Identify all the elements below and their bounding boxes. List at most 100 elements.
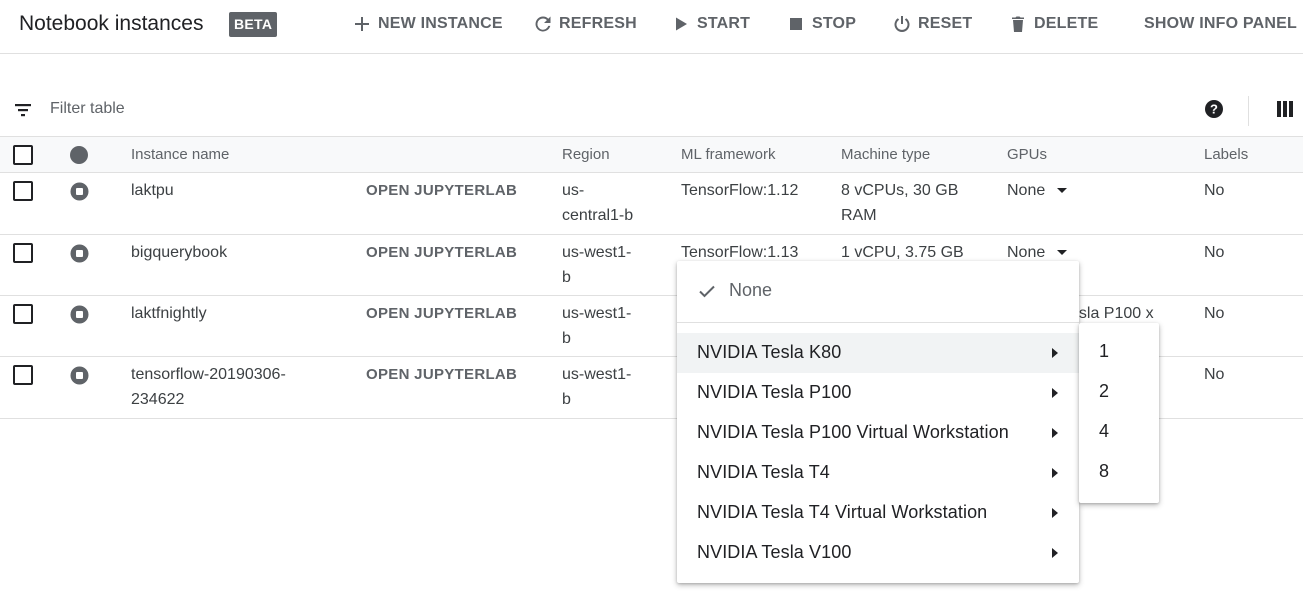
select-all-checkbox[interactable]	[13, 145, 33, 165]
row-checkbox[interactable]	[13, 243, 33, 263]
instance-name[interactable]: laktfnightly	[131, 301, 207, 326]
refresh-icon	[533, 14, 553, 34]
menu-item-none[interactable]: None	[677, 271, 1079, 311]
submenu-arrow-icon	[1052, 348, 1058, 358]
menu-item-tesla-v100[interactable]: NVIDIA Tesla V100	[677, 533, 1079, 573]
column-display-options-icon[interactable]	[1276, 100, 1294, 118]
region-line1: us-	[562, 182, 585, 199]
reset-button[interactable]: RESET	[892, 12, 972, 36]
filter-icon[interactable]	[13, 100, 33, 120]
show-info-panel-label: SHOW INFO PANEL	[1144, 15, 1297, 32]
refresh-label: REFRESH	[559, 15, 637, 32]
gpu-count-label: 8	[1099, 461, 1110, 481]
caret-down-icon	[1057, 188, 1068, 193]
refresh-button[interactable]: REFRESH	[533, 12, 637, 36]
trash-icon	[1008, 14, 1028, 34]
delete-button[interactable]: DELETE	[1008, 12, 1098, 36]
gpu-count-label: 2	[1099, 381, 1110, 401]
filter-bar: ?	[0, 90, 1303, 128]
labels-value: No	[1204, 305, 1225, 322]
gpu-count-option-8[interactable]: 8	[1079, 453, 1159, 493]
gpu-count-submenu: 1 2 4 8	[1079, 323, 1159, 503]
region-line2: b	[562, 391, 571, 408]
region-line1: us-west1-	[562, 305, 632, 322]
column-header-instance-name[interactable]: Instance name	[131, 146, 229, 163]
open-jupyterlab-link[interactable]: OPEN JUPYTERLAB	[366, 362, 517, 387]
menu-item-none-label: None	[729, 280, 773, 300]
instance-name[interactable]: laktpu	[131, 178, 174, 203]
row-checkbox[interactable]	[13, 365, 33, 385]
submenu-arrow-icon	[1052, 508, 1058, 518]
region-line2: b	[562, 269, 571, 286]
plus-icon	[352, 14, 372, 34]
new-instance-label: NEW INSTANCE	[378, 15, 503, 32]
help-icon[interactable]: ?	[1204, 99, 1224, 119]
gpu-count-label: 4	[1099, 421, 1110, 441]
stopped-status-icon	[70, 305, 89, 324]
column-header-ml-framework[interactable]: ML framework	[681, 146, 775, 163]
filter-table-input[interactable]	[50, 98, 650, 120]
menu-item-label: NVIDIA Tesla K80	[697, 342, 842, 362]
open-jupyterlab-link[interactable]: OPEN JUPYTERLAB	[366, 240, 517, 265]
stop-button[interactable]: STOP	[786, 12, 856, 36]
row-checkbox[interactable]	[13, 304, 33, 324]
beta-badge: BETA	[229, 12, 278, 37]
submenu-arrow-icon	[1052, 468, 1058, 478]
open-jupyterlab-link[interactable]: OPEN JUPYTERLAB	[366, 178, 517, 203]
page-title: Notebook instances	[19, 12, 204, 35]
reset-label: RESET	[918, 15, 973, 32]
menu-item-tesla-t4[interactable]: NVIDIA Tesla T4	[677, 453, 1079, 493]
menu-item-tesla-p100-virtual-workstation[interactable]: NVIDIA Tesla P100 Virtual Workstation	[677, 413, 1079, 453]
menu-item-tesla-p100[interactable]: NVIDIA Tesla P100	[677, 373, 1079, 413]
submenu-arrow-icon	[1052, 388, 1058, 398]
labels-value: No	[1204, 182, 1225, 199]
gpu-count-option-2[interactable]: 2	[1079, 373, 1159, 413]
svg-text:?: ?	[1210, 102, 1218, 117]
region-line1: us-west1-	[562, 366, 632, 383]
stop-icon	[786, 14, 806, 34]
column-header-gpus[interactable]: GPUs	[1007, 146, 1047, 163]
region-line1: us-west1-	[562, 244, 632, 261]
start-button[interactable]: START	[671, 12, 750, 36]
labels-value: No	[1204, 244, 1225, 261]
open-jupyterlab-link[interactable]: OPEN JUPYTERLAB	[366, 301, 517, 326]
new-instance-button[interactable]: NEW INSTANCE	[352, 12, 503, 36]
checkmark-icon	[699, 285, 715, 298]
delete-label: DELETE	[1034, 15, 1099, 32]
gpu-count-option-4[interactable]: 4	[1079, 413, 1159, 453]
show-info-panel-button[interactable]: SHOW INFO PANEL	[1144, 12, 1297, 36]
instance-name-line1[interactable]: tensorflow-20190306-	[131, 362, 286, 387]
menu-item-label: NVIDIA Tesla P100	[697, 382, 852, 402]
ml-framework: TensorFlow:1.12	[681, 182, 799, 199]
instance-name-line2[interactable]: 234622	[131, 387, 184, 412]
labels-value: No	[1204, 366, 1225, 383]
gpu-count-option-1[interactable]: 1	[1079, 333, 1159, 373]
caret-down-icon	[1057, 250, 1068, 255]
gpu-dropdown[interactable]: None	[1007, 178, 1068, 203]
column-header-region[interactable]: Region	[562, 146, 610, 163]
table-header: Instance name Region ML framework Machin…	[0, 136, 1303, 173]
instance-name[interactable]: bigquerybook	[131, 240, 227, 265]
gpu-type-menu: None NVIDIA Tesla K80 NVIDIA Tesla P100 …	[677, 261, 1079, 583]
submenu-arrow-icon	[1052, 548, 1058, 558]
menu-item-label: NVIDIA Tesla T4	[697, 462, 830, 482]
column-header-labels[interactable]: Labels	[1204, 146, 1248, 163]
gpu-count-label: 1	[1099, 341, 1110, 361]
stopped-status-icon	[70, 244, 89, 263]
menu-item-tesla-t4-virtual-workstation[interactable]: NVIDIA Tesla T4 Virtual Workstation	[677, 493, 1079, 533]
play-icon	[671, 14, 691, 34]
status-column-icon	[70, 146, 88, 164]
row-checkbox[interactable]	[13, 181, 33, 201]
region-line2: central1-b	[562, 207, 634, 224]
region-line2: b	[562, 330, 571, 347]
menu-item-tesla-k80[interactable]: NVIDIA Tesla K80	[677, 333, 1079, 373]
stop-label: STOP	[812, 15, 857, 32]
menu-item-label: NVIDIA Tesla V100	[697, 542, 852, 562]
machine-type-line2: RAM	[841, 207, 877, 224]
column-header-machine-type[interactable]: Machine type	[841, 146, 930, 163]
machine-type-line1: 8 vCPUs, 30 GB	[841, 182, 959, 199]
submenu-arrow-icon	[1052, 428, 1058, 438]
menu-divider	[677, 322, 1079, 323]
table-row: bigquerybook OPEN JUPYTERLAB us-west1- b…	[0, 235, 1303, 296]
top-toolbar: Notebook instances BETA NEW INSTANCE REF…	[0, 0, 1303, 54]
